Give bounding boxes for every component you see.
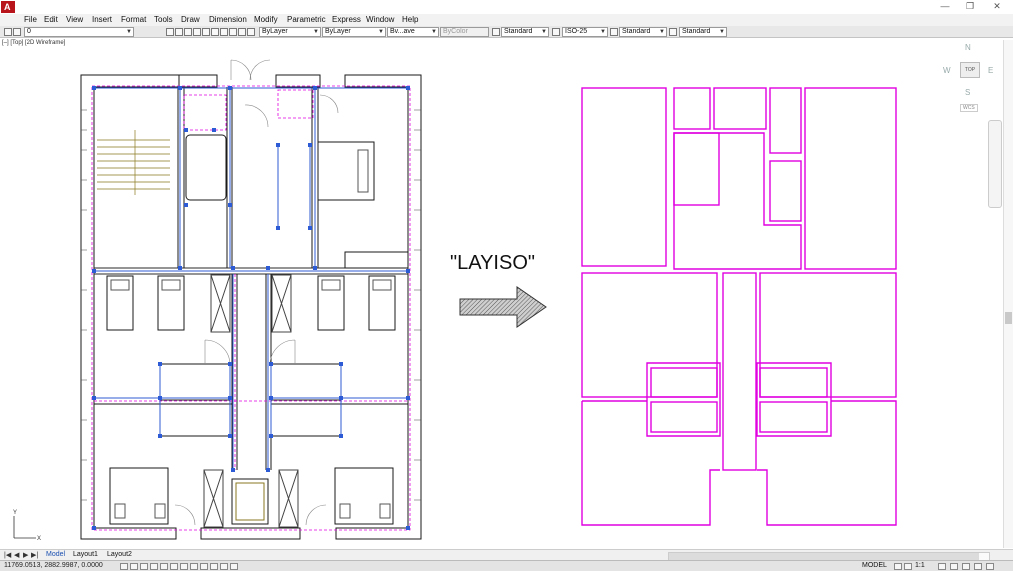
- ucs-icon: Y X: [13, 510, 41, 542]
- polar-tracking-icon[interactable]: [160, 563, 168, 570]
- vertical-scroll-thumb[interactable]: [1005, 312, 1012, 324]
- lock-ui-icon[interactable]: [950, 563, 958, 570]
- vertical-scrollbar[interactable]: [1003, 40, 1013, 548]
- clean-screen-icon[interactable]: [986, 563, 994, 570]
- status-bar: 11769.0513, 2882.9987, 0.0000 MODEL 1:1: [0, 560, 1013, 571]
- exterior-wall-right: [335, 74, 422, 540]
- viewcube[interactable]: N W E S TOP WCS: [938, 40, 998, 115]
- exterior-wall-top-right: [275, 74, 321, 88]
- model-space-toggle[interactable]: MODEL: [862, 562, 887, 569]
- viewcube-east[interactable]: E: [988, 66, 993, 75]
- viewcube-south[interactable]: S: [965, 88, 970, 97]
- drawing-canvas[interactable]: Y X: [0, 0, 1013, 570]
- 3d-osnap-icon[interactable]: [180, 563, 188, 570]
- wcs-menu[interactable]: WCS: [960, 104, 978, 112]
- bed-top-right: [317, 141, 375, 201]
- snap-mode-icon[interactable]: [130, 563, 138, 570]
- viewcube-north[interactable]: N: [965, 43, 971, 52]
- viewcube-top-face[interactable]: TOP: [960, 62, 980, 78]
- elevator: [231, 478, 269, 525]
- plan-highlight-dashes: [91, 85, 411, 531]
- window-marks: [81, 109, 421, 501]
- dynamic-ucs-icon[interactable]: [200, 563, 208, 570]
- viewcube-west[interactable]: W: [943, 66, 951, 75]
- object-snap-icon[interactable]: [170, 563, 178, 570]
- right-arrow-icon: [459, 286, 547, 328]
- floor-plan: [80, 59, 422, 540]
- grid-display-icon[interactable]: [140, 563, 148, 570]
- svg-text:X: X: [37, 536, 41, 542]
- tab-model[interactable]: Model: [46, 551, 65, 558]
- tab-next-button[interactable]: ▶: [23, 551, 28, 559]
- exterior-wall-top-middle: [179, 74, 218, 88]
- command-annotation: "LAYISO": [450, 252, 535, 274]
- exterior-wall-outline: [80, 74, 180, 540]
- door-swings: [174, 59, 339, 526]
- svg-text:Y: Y: [13, 510, 17, 516]
- tab-last-button[interactable]: ▶|: [31, 551, 38, 559]
- lineweight-icon[interactable]: [220, 563, 228, 570]
- infer-constraints-icon[interactable]: [120, 563, 128, 570]
- quick-view-icon[interactable]: [894, 563, 902, 570]
- isolated-layer-drawing: [581, 87, 897, 526]
- plan-grip-lines: [94, 87, 408, 470]
- stair: [97, 130, 170, 195]
- isolate-objects-icon[interactable]: [974, 563, 982, 570]
- interior-wall-a: [177, 87, 185, 268]
- coordinate-readout[interactable]: 11769.0513, 2882.9987, 0.0000: [4, 562, 103, 569]
- annotation-visibility-icon[interactable]: [904, 563, 912, 570]
- dynamic-input-icon[interactable]: [210, 563, 218, 570]
- tab-first-button[interactable]: |◀: [4, 551, 11, 559]
- bed-lower-right: [334, 467, 394, 525]
- tab-prev-button[interactable]: ◀: [14, 551, 19, 559]
- horizontal-scroll-thumb[interactable]: [669, 553, 979, 560]
- bed-lower-left: [109, 467, 169, 525]
- counter: [344, 251, 409, 269]
- tab-layout2[interactable]: Layout2: [107, 551, 132, 558]
- annotation-scale[interactable]: 1:1: [915, 562, 925, 569]
- workspace-switch-icon[interactable]: [938, 563, 946, 570]
- navigation-bar[interactable]: [988, 120, 1002, 208]
- hardware-acceleration-icon[interactable]: [962, 563, 970, 570]
- ortho-mode-icon[interactable]: [150, 563, 158, 570]
- transparency-icon[interactable]: [230, 563, 238, 570]
- plan-grip-points: [92, 86, 410, 530]
- tab-layout1[interactable]: Layout1: [73, 551, 98, 558]
- bath-tub: [185, 134, 227, 201]
- object-snap-tracking-icon[interactable]: [190, 563, 198, 570]
